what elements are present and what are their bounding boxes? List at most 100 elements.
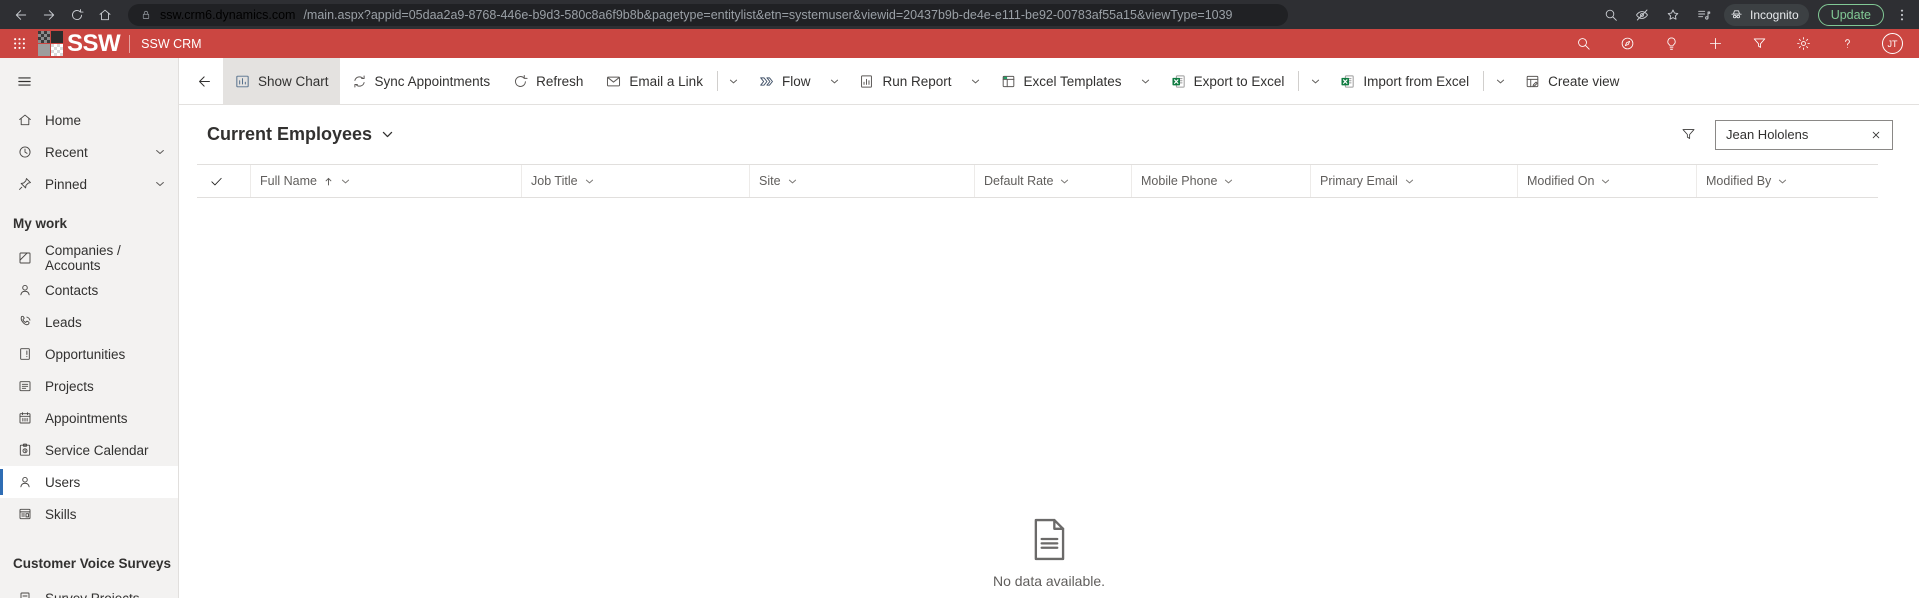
search-clear-icon[interactable]	[1867, 126, 1885, 144]
excel-templates-icon	[1000, 73, 1017, 90]
plus-icon[interactable]	[1706, 35, 1724, 53]
flow-button[interactable]: Flow	[747, 58, 822, 104]
column-header-full-name[interactable]: Full Name	[250, 165, 521, 197]
email-a-link-button[interactable]: Email a Link	[594, 58, 714, 104]
empty-state: No data available.	[993, 518, 1105, 589]
flow-dropdown[interactable]	[821, 58, 847, 104]
show-chart-button[interactable]: Show Chart	[223, 58, 340, 104]
chevron-down-icon[interactable]	[1223, 176, 1234, 187]
sidebar-item-users[interactable]: Users	[0, 466, 178, 498]
email-a-link-dropdown[interactable]	[721, 58, 747, 104]
url-domain: ssw.crm6.dynamics.com	[160, 8, 295, 22]
button-label: Export to Excel	[1194, 74, 1285, 89]
sidebar-item-companies-accounts[interactable]: Companies / Accounts	[0, 242, 178, 274]
import-from-excel-button[interactable]: Import from Excel	[1328, 58, 1480, 104]
compass-icon[interactable]	[1618, 35, 1636, 53]
chevron-down-icon[interactable]	[1059, 176, 1070, 187]
sidebar-item-skills[interactable]: Skills	[0, 498, 178, 530]
excel-templates-dropdown[interactable]	[1133, 58, 1159, 104]
import-from-excel-dropdown[interactable]	[1487, 58, 1513, 104]
sidebar-item-opportunities[interactable]: Opportunities	[0, 338, 178, 370]
chevron-down-icon[interactable]	[1404, 176, 1415, 187]
search-icon[interactable]	[1574, 35, 1592, 53]
browser-menu-icon[interactable]	[1893, 4, 1911, 26]
browser-home-icon[interactable]	[92, 3, 118, 27]
incognito-label: Incognito	[1750, 8, 1799, 22]
chevron-down-icon[interactable]	[154, 146, 166, 158]
sidebar-item-leads[interactable]: Leads	[0, 306, 178, 338]
column-header-job-title[interactable]: Job Title	[521, 165, 749, 197]
export-to-excel-dropdown[interactable]	[1302, 58, 1328, 104]
calendar-icon	[17, 410, 33, 426]
excel-icon	[1339, 73, 1356, 90]
button-label: Show Chart	[258, 74, 329, 89]
avatar[interactable]: JT	[1882, 33, 1903, 54]
chevron-down-icon[interactable]	[787, 176, 798, 187]
column-header-mobile-phone[interactable]: Mobile Phone	[1131, 165, 1310, 197]
zoom-icon[interactable]	[1600, 4, 1622, 26]
chevron-down-icon[interactable]	[154, 178, 166, 190]
run-report-dropdown[interactable]	[963, 58, 989, 104]
lightbulb-icon[interactable]	[1662, 35, 1680, 53]
sidebar-item-label: Skills	[45, 507, 77, 522]
grid-search-box[interactable]	[1715, 120, 1893, 150]
sidebar-item-appointments[interactable]: Appointments	[0, 402, 178, 434]
sidebar-item-pinned[interactable]: Pinned	[0, 168, 178, 200]
column-header-default-rate[interactable]: Default Rate	[974, 165, 1131, 197]
gear-icon[interactable]	[1794, 35, 1812, 53]
document-exclamation-icon	[17, 346, 33, 362]
back-button[interactable]	[185, 58, 223, 104]
column-header-primary-email[interactable]: Primary Email	[1310, 165, 1517, 197]
main-content: Show Chart Sync Appointments Refresh Ema…	[179, 58, 1919, 598]
sync-appointments-button[interactable]: Sync Appointments	[340, 58, 502, 104]
grid-search-input[interactable]	[1726, 127, 1867, 142]
browser-forward-icon[interactable]	[36, 3, 62, 27]
grid-filter-funnel-icon[interactable]	[1680, 126, 1698, 144]
refresh-button[interactable]: Refresh	[501, 58, 594, 104]
chevron-down-icon[interactable]	[1777, 176, 1788, 187]
browser-back-icon[interactable]	[8, 3, 34, 27]
chevron-down-icon[interactable]	[1600, 176, 1611, 187]
column-label: Site	[759, 174, 781, 188]
sidebar-item-label: Survey Projects	[45, 591, 140, 598]
grid-body: No data available.	[179, 198, 1919, 598]
company-icon	[17, 250, 33, 266]
chevron-down-icon[interactable]	[584, 176, 595, 187]
export-to-excel-button[interactable]: Export to Excel	[1159, 58, 1296, 104]
select-all-checkbox[interactable]	[197, 165, 250, 197]
lock-icon	[140, 9, 152, 21]
sidebar-item-survey-projects[interactable]: Survey Projects	[0, 582, 178, 598]
excel-templates-button[interactable]: Excel Templates	[989, 58, 1133, 104]
help-icon[interactable]	[1838, 35, 1856, 53]
sidebar-item-projects[interactable]: Projects	[0, 370, 178, 402]
browser-reload-icon[interactable]	[64, 3, 90, 27]
view-header: Current Employees	[179, 105, 1919, 164]
media-list-icon[interactable]	[1693, 4, 1715, 26]
bookmark-star-icon[interactable]	[1662, 4, 1684, 26]
sidebar-item-service-calendar[interactable]: Service Calendar	[0, 434, 178, 466]
chevron-down-icon[interactable]	[340, 176, 351, 187]
browser-toolbar: ssw.crm6.dynamics.com/main.aspx?appid=05…	[0, 0, 1919, 29]
chevron-down-icon[interactable]	[381, 128, 394, 141]
column-header-modified-on[interactable]: Modified On	[1517, 165, 1696, 197]
app-launcher-waffle-icon[interactable]	[6, 31, 32, 57]
sidebar-item-contacts[interactable]: Contacts	[0, 274, 178, 306]
update-button[interactable]: Update	[1818, 4, 1884, 26]
funnel-icon[interactable]	[1750, 35, 1768, 53]
page-title: Current Employees	[207, 124, 372, 145]
ssw-logo: SSW	[38, 31, 120, 56]
column-label: Default Rate	[984, 174, 1053, 188]
address-bar[interactable]: ssw.crm6.dynamics.com/main.aspx?appid=05…	[128, 4, 1288, 26]
column-header-modified-by[interactable]: Modified By	[1696, 165, 1878, 197]
create-view-button[interactable]: Create view	[1513, 58, 1630, 104]
hamburger-menu-icon[interactable]	[0, 58, 178, 104]
view-selector[interactable]: Current Employees	[207, 124, 394, 145]
empty-message: No data available.	[993, 573, 1105, 589]
run-report-button[interactable]: Run Report	[847, 58, 962, 104]
sidebar-item-recent[interactable]: Recent	[0, 136, 178, 168]
survey-icon	[17, 590, 33, 598]
eye-off-icon[interactable]	[1631, 4, 1653, 26]
app-name: SSW CRM	[141, 37, 201, 51]
column-header-site[interactable]: Site	[749, 165, 974, 197]
sidebar-item-home[interactable]: Home	[0, 104, 178, 136]
